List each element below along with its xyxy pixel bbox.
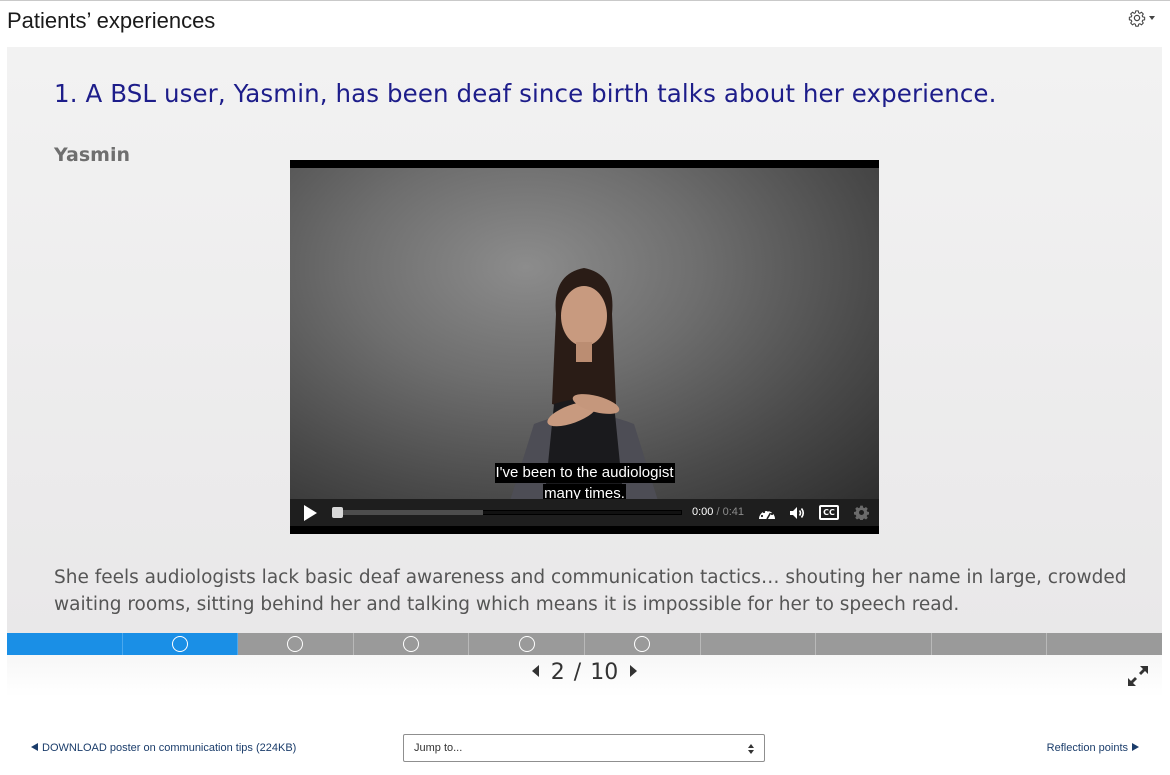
settings-gear-icon[interactable]: [851, 503, 871, 522]
slide-panel: 1. A BSL user, Yasmin, has been deaf sin…: [7, 47, 1162, 633]
jump-to-value: Jump to...: [414, 742, 463, 754]
progress-segment[interactable]: [931, 633, 1048, 655]
chevron-down-icon: [1149, 16, 1155, 20]
progress-segment[interactable]: [353, 633, 470, 655]
total-slides: 10: [590, 660, 619, 685]
triangle-right-icon: [1132, 743, 1139, 751]
progress-segment[interactable]: [700, 633, 817, 655]
fullscreen-icon[interactable]: [1125, 663, 1151, 689]
progress-segment[interactable]: [7, 633, 123, 655]
current-time: 0:00: [692, 506, 714, 518]
progress-segment[interactable]: [816, 633, 932, 655]
gear-icon: [1128, 10, 1146, 27]
select-chevron-icon: [748, 744, 754, 754]
next-page-link[interactable]: Reflection points: [1047, 742, 1139, 754]
video-controls: 0:00 / 0:41 CC: [290, 499, 879, 526]
previous-page-label: DOWNLOAD poster on communication tips (2…: [42, 742, 297, 754]
volume-icon[interactable]: [787, 503, 809, 522]
next-slide-icon[interactable]: [630, 665, 638, 677]
slide-heading: 1. A BSL user, Yasmin, has been deaf sin…: [54, 79, 997, 108]
slide-progress-bar: [7, 633, 1162, 655]
progress-segment[interactable]: [1047, 633, 1162, 655]
time-separator: /: [713, 506, 723, 518]
video-player[interactable]: I've been to the audiologist many times.…: [290, 160, 879, 534]
slide-description: She feels audiologists lack basic deaf a…: [54, 567, 1127, 615]
video-captions: I've been to the audiologist many times.: [290, 462, 879, 504]
video-frame[interactable]: I've been to the audiologist many times.: [290, 168, 879, 504]
progress-marker-icon: [518, 636, 535, 652]
playback-speed-icon[interactable]: [756, 503, 778, 522]
previous-page-link[interactable]: DOWNLOAD poster on communication tips (2…: [31, 742, 296, 754]
seek-handle[interactable]: [332, 507, 343, 518]
progress-segment[interactable]: [238, 633, 354, 655]
duration: 0:41: [722, 506, 745, 518]
pager-separator: /: [573, 660, 582, 685]
slide-footer: 2 / 10: [7, 655, 1162, 697]
settings-menu-button[interactable]: [1128, 7, 1164, 29]
seek-buffered: [332, 510, 483, 515]
play-icon[interactable]: [302, 505, 318, 521]
video-time: 0:00 / 0:41: [692, 506, 744, 518]
page-title: Patients’ experiences: [7, 8, 216, 33]
next-page-label: Reflection points: [1046, 742, 1128, 754]
caption-line-1: I've been to the audiologist: [494, 463, 675, 483]
speaker-name: Yasmin: [54, 144, 130, 166]
slide-pager: 2 / 10: [7, 660, 1162, 685]
progress-marker-icon: [171, 636, 188, 652]
video-seek-bar[interactable]: [332, 507, 682, 518]
top-divider: [0, 0, 1170, 1]
jump-to-select[interactable]: Jump to...: [403, 734, 765, 762]
progress-marker-icon: [287, 636, 304, 652]
closed-captions-icon[interactable]: CC: [817, 503, 841, 522]
progress-segment[interactable]: [584, 633, 701, 655]
progress-segment[interactable]: [469, 633, 585, 655]
triangle-left-icon: [31, 743, 38, 751]
progress-marker-icon: [634, 636, 651, 652]
progress-segment[interactable]: [122, 633, 239, 655]
previous-slide-icon[interactable]: [531, 665, 539, 677]
current-slide-number: 2: [550, 660, 565, 685]
progress-marker-icon: [403, 636, 420, 652]
